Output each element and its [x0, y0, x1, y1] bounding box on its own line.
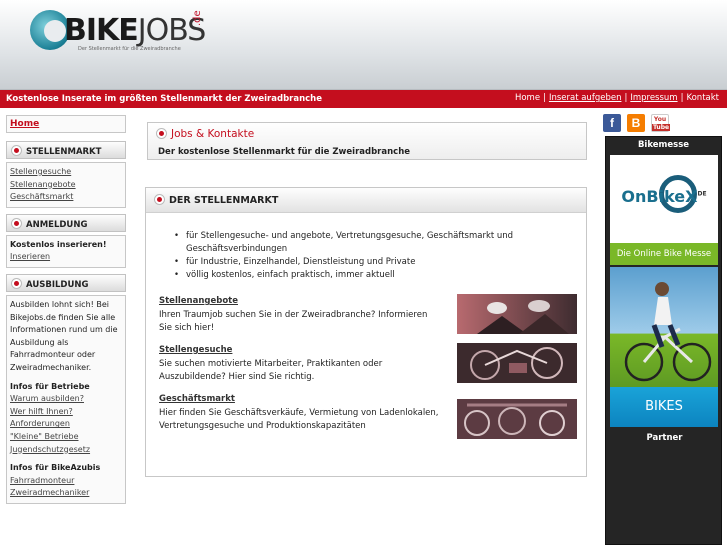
- top-nav-inserat[interactable]: Inserat aufgeben: [549, 93, 622, 103]
- bullet-dot-icon: [156, 128, 167, 139]
- top-bar: Kostenlose Inserate im größten Stellenma…: [0, 90, 727, 108]
- panel-heading: DER STELLENMARKT: [146, 188, 586, 213]
- section-geschaeftsmarkt: Geschäftsmarkt Hier finden Sie Geschäfts…: [159, 393, 439, 434]
- onbikex-logo-text: OnBikeXDE: [621, 187, 707, 206]
- section-stellenangebote: Stellenangebote Ihren Traumjob suchen Si…: [159, 295, 439, 336]
- link-anforderungen[interactable]: Anforderungen: [10, 419, 70, 428]
- right-ad-column: Bikemesse OnBikeXDE Die Online Bike Mess…: [605, 136, 722, 545]
- section-stellengesuche: Stellengesuche Sie suchen motivierte Mit…: [159, 344, 439, 385]
- stellenmarkt-panel: DER STELLENMARKT für Stellengesuche- und…: [145, 187, 587, 477]
- top-nav-impressum[interactable]: Impressum: [630, 93, 677, 103]
- logo-tld: .de: [192, 10, 203, 26]
- sidebar-heading-stellenmarkt: STELLENMARKT: [6, 141, 126, 159]
- youtube-icon[interactable]: You Tube: [651, 114, 671, 132]
- bullet-dot-icon: [11, 217, 22, 229]
- jobs-kontakte-box: Jobs & Kontakte Der kostenlose Stellenma…: [147, 122, 587, 160]
- left-sidebar: Home STELLENMARKT Stellengesuche Stellen…: [6, 115, 126, 504]
- feature-item: völlig kostenlos, einfach praktisch, imm…: [174, 269, 574, 282]
- onbikex-subtitle: Die Online Bike Messe: [610, 243, 718, 265]
- sidebar-anmeldung-text: Kostenlos inserieren!: [10, 239, 107, 249]
- logo-wordmark: BIKEJOBS: [64, 13, 206, 48]
- feature-list: für Stellengesuche- und angebote, Vertre…: [174, 230, 574, 282]
- jobs-title: Jobs & Kontakte: [156, 128, 254, 140]
- link-wer-hilft[interactable]: Wer hilft Ihnen?: [10, 407, 73, 416]
- sidebar-item-inserieren[interactable]: Inserieren: [10, 252, 50, 261]
- section-text: Hier finden Sie Geschäftsverkäufe, Vermi…: [159, 407, 439, 432]
- azubis-title: Infos für BikeAzubis: [10, 463, 101, 473]
- link-kleine-betriebe[interactable]: "Kleine" Betriebe: [10, 432, 79, 441]
- ausbildung-intro: Ausbilden lohnt sich! Bei Bikejobs.de fi…: [10, 299, 118, 372]
- jobs-subtitle: Der kostenlose Stellenmarkt für die Zwei…: [158, 147, 411, 157]
- woman-on-bike-image[interactable]: [610, 267, 718, 387]
- sidebar-ausbildung: Ausbilden lohnt sich! Bei Bikejobs.de fi…: [6, 294, 126, 504]
- slogan: Kostenlose Inserate im größten Stellenma…: [6, 94, 322, 104]
- bike-workshop-photo[interactable]: [457, 343, 577, 383]
- blogger-icon[interactable]: B: [627, 114, 645, 132]
- link-jugendschutzgesetz[interactable]: Jugendschutzgesetz: [10, 445, 90, 454]
- site-header: BIKEJOBS .de Der Stellenmarkt für die Zw…: [0, 0, 727, 90]
- sidebar-item-geschaeftsmarkt[interactable]: Geschäftsmarkt: [10, 192, 73, 201]
- partner-label: Partner: [646, 433, 683, 443]
- link-zweiradmechaniker[interactable]: Zweiradmechaniker: [10, 488, 89, 497]
- sidebar-item-stellenangebote[interactable]: Stellenangebote: [10, 180, 76, 189]
- bikes-banner[interactable]: BIKES: [610, 387, 718, 427]
- bullet-dot-icon: [11, 277, 22, 289]
- sidebar-heading-ausbildung: AUSBILDUNG: [6, 273, 126, 292]
- bullet-dot-icon: [154, 194, 165, 205]
- geschaeftsmarkt-link[interactable]: Geschäftsmarkt: [159, 394, 235, 404]
- onbikex-banner[interactable]: OnBikeXDE Die Online Bike Messe: [610, 155, 718, 265]
- sidebar-stellenmarkt-links: Stellengesuche Stellenangebote Geschäfts…: [6, 162, 126, 208]
- top-nav-home[interactable]: Home: [515, 93, 540, 103]
- bikejobs-logo[interactable]: BIKEJOBS .de Der Stellenmarkt für die Zw…: [30, 8, 210, 68]
- betriebe-title: Infos für Betriebe: [10, 381, 90, 391]
- sidebar-home: Home: [6, 115, 126, 133]
- section-text: Ihren Traumjob suchen Sie in der Zweirad…: [159, 309, 428, 334]
- link-warum-ausbilden[interactable]: Warum ausbilden?: [10, 394, 84, 403]
- top-nav: Home | Inserat aufgeben | Impressum | Kontakt: [514, 93, 719, 103]
- sidebar-home-link[interactable]: Home: [10, 119, 39, 129]
- link-fahrradmonteur[interactable]: Fahrradmonteur: [10, 476, 74, 485]
- sidebar-anmeldung: Kostenlos inserieren! Inserieren: [6, 234, 126, 268]
- facebook-icon[interactable]: f: [603, 114, 621, 132]
- sidebar-heading-anmeldung: ANMELDUNG: [6, 213, 126, 232]
- cyclists-photo[interactable]: [457, 294, 577, 334]
- sidebar-item-stellengesuche[interactable]: Stellengesuche: [10, 167, 71, 176]
- stellengesuche-link[interactable]: Stellengesuche: [159, 345, 232, 355]
- section-text: Sie suchen motivierte Mitarbeiter, Prakt…: [159, 358, 383, 383]
- bullet-dot-icon: [11, 145, 22, 156]
- stellenangebote-link[interactable]: Stellenangebote: [159, 296, 238, 306]
- top-nav-kontakt[interactable]: Kontakt: [686, 93, 719, 103]
- bike-shop-photo[interactable]: [457, 399, 577, 439]
- feature-item: für Stellengesuche- und angebote, Vertre…: [174, 230, 574, 256]
- logo-tagline: Der Stellenmarkt für die Zweiradbranche: [78, 46, 181, 52]
- feature-item: für Industrie, Einzelhandel, Dienstleist…: [174, 256, 574, 269]
- bikemesse-label: Bikemesse: [637, 140, 690, 150]
